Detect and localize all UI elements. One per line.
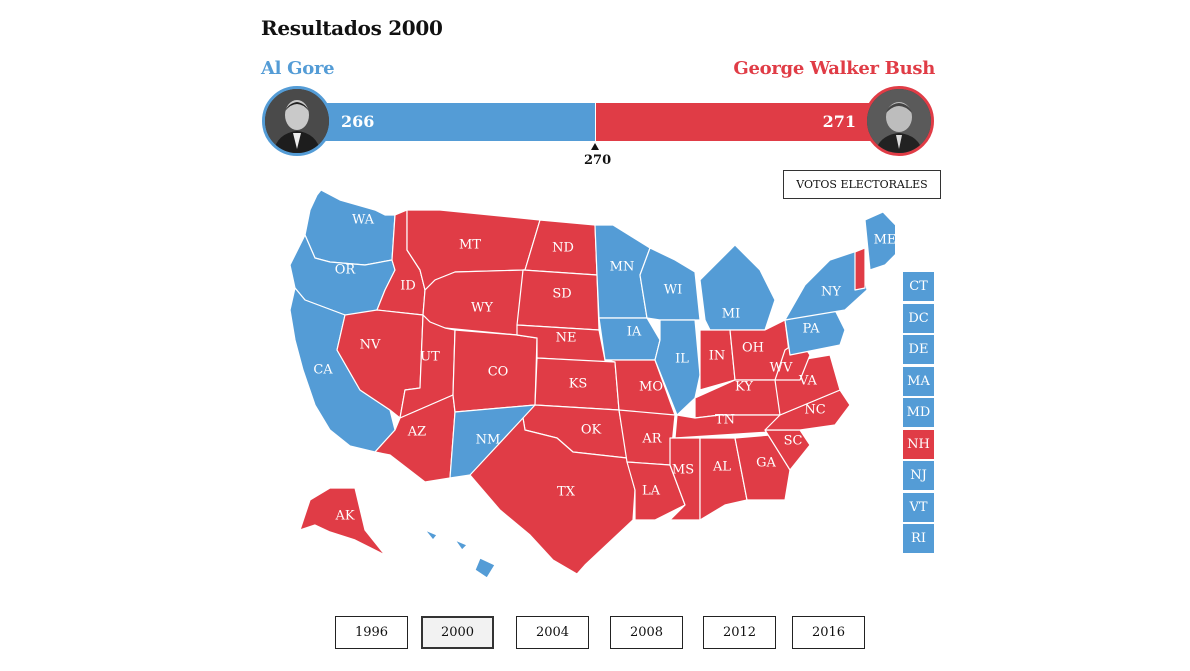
state-label-me: ME [874, 233, 895, 248]
year-button-2012[interactable]: 2012 [703, 616, 776, 649]
state-label-wi: WI [664, 283, 683, 298]
state-label-tx: TX [557, 485, 576, 500]
threshold-marker-icon [591, 143, 599, 150]
candidate-photo-gore [262, 86, 332, 156]
votes-count-bush: 271 [822, 112, 856, 131]
state-label-co: CO [488, 365, 509, 380]
us-electoral-map: WA OR CA ID NV MT WY UT AZ CO NM ND SD NE KS OK TX MN IA MO… [289, 190, 895, 579]
small-state-md[interactable]: MD [903, 398, 934, 427]
state-label-wa: WA [352, 213, 375, 228]
state-label-ky: KY [735, 380, 753, 395]
state-label-il: IL [675, 352, 689, 367]
threshold-label: 270 [584, 153, 612, 168]
small-state-ct[interactable]: CT [903, 272, 934, 301]
state-label-ga: GA [756, 456, 776, 471]
state-label-oh: OH [742, 341, 764, 356]
state-label-id: ID [400, 279, 416, 294]
state-label-mn: MN [610, 260, 635, 275]
state-label-ca: CA [313, 363, 333, 378]
state-nh[interactable] [854, 247, 866, 291]
state-label-ar: AR [641, 432, 662, 447]
small-state-dc[interactable]: DC [903, 303, 934, 333]
state-label-ak: AK [334, 509, 354, 524]
page-title: Resultados 2000 [261, 16, 443, 40]
state-label-ny: NY [821, 285, 841, 300]
state-label-ms: MS [672, 463, 694, 478]
candidate-photo-bush [864, 86, 934, 156]
state-label-ok: OK [581, 423, 602, 438]
small-states-list: CT DC DE MA MD NH NJ VT RI [903, 272, 934, 556]
small-state-de[interactable]: DE [903, 335, 934, 364]
state-label-sc: SC [784, 434, 803, 449]
state-label-mt: MT [459, 238, 481, 253]
state-label-al: AL [712, 460, 731, 475]
year-button-2004[interactable]: 2004 [516, 616, 589, 649]
votes-bar-gore: 266 [300, 103, 595, 141]
state-label-wv: WV [770, 361, 793, 376]
year-button-2000[interactable]: 2000 [421, 616, 494, 649]
state-label-sd: SD [552, 287, 571, 302]
small-state-vt[interactable]: VT [903, 492, 934, 522]
state-label-tn: TN [715, 413, 735, 428]
state-label-pa: PA [803, 322, 821, 337]
state-label-az: AZ [407, 425, 426, 440]
state-wa[interactable] [304, 190, 396, 266]
year-button-2008[interactable]: 2008 [610, 616, 683, 649]
state-label-mi: MI [722, 307, 740, 322]
state-label-va: VA [798, 374, 818, 389]
state-label-ia: IA [627, 325, 642, 340]
candidate-name-bush: George Walker Bush [733, 58, 935, 79]
small-state-nj[interactable]: NJ [903, 461, 934, 490]
state-hi[interactable] [424, 529, 496, 579]
state-label-nc: NC [804, 403, 825, 418]
state-label-ks: KS [569, 377, 588, 392]
small-state-ri[interactable]: RI [903, 524, 934, 553]
small-state-nh[interactable]: NH [903, 429, 934, 459]
state-label-wy: WY [471, 301, 493, 316]
state-label-nm: NM [476, 433, 501, 448]
state-label-nd: ND [552, 241, 574, 256]
votes-count-gore: 266 [341, 112, 375, 131]
state-label-mo: MO [639, 380, 663, 395]
small-state-ma[interactable]: MA [903, 366, 934, 396]
year-button-1996[interactable]: 1996 [335, 616, 408, 649]
state-label-ut: UT [420, 350, 440, 365]
state-label-or: OR [335, 263, 357, 278]
state-label-la: LA [642, 484, 661, 499]
state-label-ne: NE [556, 331, 577, 346]
state-label-nv: NV [360, 338, 381, 353]
candidate-name-gore: Al Gore [261, 58, 335, 79]
year-button-2016[interactable]: 2016 [792, 616, 865, 649]
votes-bar-bush: 271 [596, 103, 896, 141]
state-label-in: IN [709, 349, 726, 364]
